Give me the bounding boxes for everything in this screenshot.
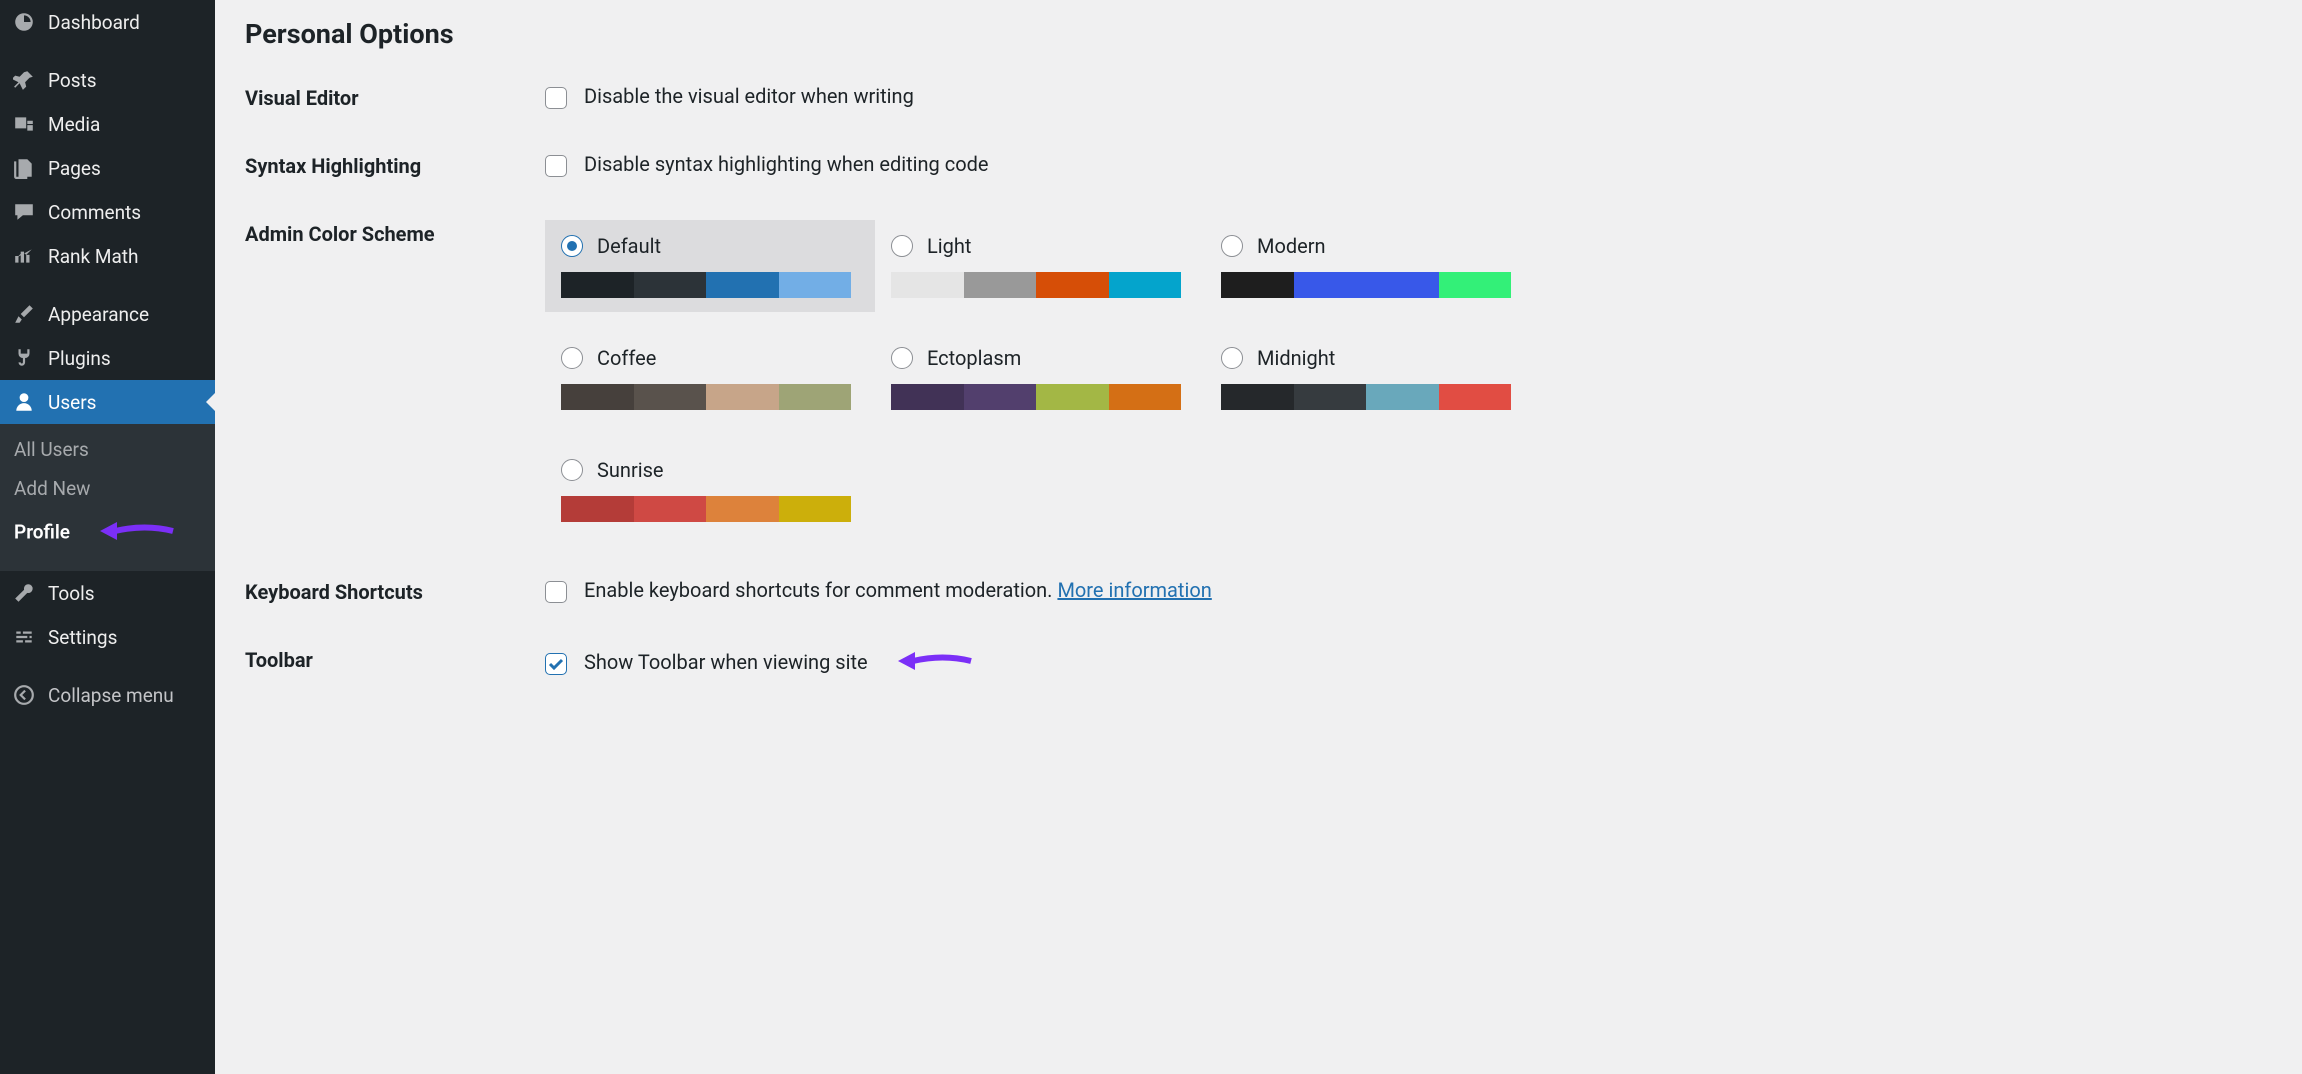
- brush-icon: [12, 302, 36, 326]
- sidebar-item-pages[interactable]: Pages: [0, 146, 215, 190]
- sidebar-item-label: Dashboard: [48, 11, 140, 34]
- link-keyboard-more[interactable]: More information: [1057, 578, 1211, 602]
- text-keyboard: Enable keyboard shortcuts for comment mo…: [584, 578, 1053, 602]
- color-scheme-name: Modern: [1257, 234, 1326, 258]
- text-visual-editor: Disable the visual editor when writing: [584, 84, 914, 108]
- annotation-arrow-icon: [95, 516, 175, 551]
- color-scheme-option[interactable]: Default: [545, 220, 875, 312]
- color-scheme-name: Midnight: [1257, 346, 1335, 370]
- color-swatches: [891, 272, 1181, 298]
- color-scheme-option[interactable]: Ectoplasm: [875, 332, 1205, 424]
- submenu-add-new[interactable]: Add New: [0, 469, 215, 508]
- checkbox-toolbar[interactable]: [545, 653, 567, 675]
- pages-icon: [12, 156, 36, 180]
- color-swatches: [561, 496, 851, 522]
- color-scheme-option[interactable]: Modern: [1205, 220, 1535, 312]
- sidebar-item-dashboard[interactable]: Dashboard: [0, 0, 215, 44]
- sliders-icon: [12, 625, 36, 649]
- sidebar-item-rankmath[interactable]: Rank Math: [0, 234, 215, 278]
- sidebar-item-label: Plugins: [48, 347, 111, 370]
- color-scheme-name: Default: [597, 234, 661, 258]
- row-visual-editor: Visual Editor Disable the visual editor …: [245, 84, 2272, 110]
- submenu-profile-label: Profile: [14, 521, 70, 544]
- radio-color-scheme[interactable]: [1221, 235, 1243, 257]
- sidebar-item-label: Appearance: [48, 303, 149, 326]
- color-scheme-option[interactable]: Coffee: [545, 332, 875, 424]
- submenu-profile[interactable]: Profile: [0, 508, 215, 559]
- color-scheme-option[interactable]: Sunrise: [545, 444, 875, 536]
- row-syntax: Syntax Highlighting Disable syntax highl…: [245, 152, 2272, 178]
- plug-icon: [12, 346, 36, 370]
- media-icon: [12, 112, 36, 136]
- sidebar-item-posts[interactable]: Posts: [0, 58, 215, 102]
- color-swatches: [1221, 272, 1511, 298]
- comment-icon: [12, 200, 36, 224]
- sidebar-item-label: Rank Math: [48, 245, 138, 268]
- profile-content: Personal Options Visual Editor Disable t…: [215, 0, 2302, 1074]
- label-keyboard: Keyboard Shortcuts: [245, 578, 545, 604]
- dashboard-icon: [12, 10, 36, 34]
- checkbox-visual-editor[interactable]: [545, 87, 567, 109]
- sidebar-item-tools[interactable]: Tools: [0, 571, 215, 615]
- row-color-scheme: Admin Color Scheme Default Light Modern Cof…: [245, 220, 2272, 536]
- row-toolbar: Toolbar Show Toolbar when viewing site: [245, 646, 2272, 681]
- sidebar-item-users[interactable]: Users: [0, 380, 215, 424]
- collapse-icon: [12, 683, 36, 707]
- admin-sidebar: Dashboard Posts Media Pages Comments Ran…: [0, 0, 215, 1074]
- color-swatches: [561, 272, 851, 298]
- user-icon: [12, 390, 36, 414]
- sidebar-item-label: Comments: [48, 201, 141, 224]
- color-scheme-name: Coffee: [597, 346, 656, 370]
- sidebar-item-label: Settings: [48, 626, 117, 649]
- checkbox-syntax[interactable]: [545, 155, 567, 177]
- text-toolbar: Show Toolbar when viewing site: [584, 650, 868, 674]
- sidebar-item-label: Tools: [48, 582, 95, 605]
- label-syntax: Syntax Highlighting: [245, 152, 545, 178]
- section-title: Personal Options: [245, 18, 2272, 50]
- radio-color-scheme[interactable]: [1221, 347, 1243, 369]
- checkbox-keyboard[interactable]: [545, 581, 567, 603]
- pin-icon: [12, 68, 36, 92]
- label-color-scheme: Admin Color Scheme: [245, 220, 545, 246]
- submenu-all-users[interactable]: All Users: [0, 430, 215, 469]
- radio-color-scheme[interactable]: [891, 235, 913, 257]
- text-syntax: Disable syntax highlighting when editing…: [584, 152, 989, 176]
- wrench-icon: [12, 581, 36, 605]
- collapse-menu[interactable]: Collapse menu: [0, 673, 215, 717]
- color-scheme-name: Sunrise: [597, 458, 664, 482]
- row-keyboard: Keyboard Shortcuts Enable keyboard short…: [245, 578, 2272, 604]
- color-swatches: [1221, 384, 1511, 410]
- color-scheme-name: Ectoplasm: [927, 346, 1021, 370]
- sidebar-submenu-users: All Users Add New Profile: [0, 424, 215, 571]
- color-scheme-option[interactable]: Light: [875, 220, 1205, 312]
- radio-color-scheme[interactable]: [561, 459, 583, 481]
- radio-color-scheme[interactable]: [561, 235, 583, 257]
- sidebar-item-label: Media: [48, 113, 100, 136]
- collapse-menu-label: Collapse menu: [48, 684, 174, 707]
- sidebar-item-label: Users: [48, 391, 96, 414]
- color-swatches: [561, 384, 851, 410]
- color-swatches: [891, 384, 1181, 410]
- color-scheme-option[interactable]: Midnight: [1205, 332, 1535, 424]
- sidebar-item-settings[interactable]: Settings: [0, 615, 215, 659]
- chart-icon: [12, 244, 36, 268]
- sidebar-item-appearance[interactable]: Appearance: [0, 292, 215, 336]
- label-toolbar: Toolbar: [245, 646, 545, 672]
- label-visual-editor: Visual Editor: [245, 84, 545, 110]
- annotation-arrow-icon: [893, 646, 973, 681]
- color-scheme-grid: Default Light Modern Coffee Ectoplasm Midnigh…: [545, 220, 2272, 536]
- radio-color-scheme[interactable]: [891, 347, 913, 369]
- sidebar-item-media[interactable]: Media: [0, 102, 215, 146]
- radio-color-scheme[interactable]: [561, 347, 583, 369]
- sidebar-item-plugins[interactable]: Plugins: [0, 336, 215, 380]
- sidebar-item-label: Posts: [48, 69, 97, 92]
- sidebar-item-label: Pages: [48, 157, 101, 180]
- sidebar-item-comments[interactable]: Comments: [0, 190, 215, 234]
- color-scheme-name: Light: [927, 234, 971, 258]
